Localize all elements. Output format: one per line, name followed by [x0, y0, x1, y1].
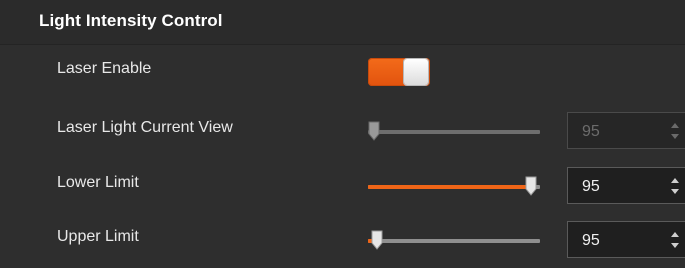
- slider-track: [368, 130, 540, 134]
- spinbox-value: 95: [582, 178, 600, 195]
- laser-light-current-view-slider[interactable]: [368, 121, 540, 141]
- spin-arrows-icon[interactable]: [669, 229, 681, 251]
- slider-thumb[interactable]: [368, 121, 380, 141]
- upper-limit-slider[interactable]: [368, 230, 540, 250]
- spin-arrows-icon[interactable]: [669, 175, 681, 197]
- slider-thumb[interactable]: [525, 176, 537, 196]
- spin-arrows-icon[interactable]: [669, 120, 681, 142]
- lower-limit-label: Lower Limit: [57, 174, 139, 191]
- upper-limit-label: Upper Limit: [57, 228, 139, 245]
- lower-limit-row: Lower Limit 95: [0, 158, 685, 214]
- slider-track: [368, 239, 540, 243]
- lower-limit-slider[interactable]: [368, 176, 540, 196]
- laser-enable-toggle[interactable]: [368, 58, 430, 86]
- laser-light-current-view-row: Laser Light Current View 95: [0, 103, 685, 159]
- laser-light-current-view-spinbox[interactable]: 95: [567, 112, 685, 149]
- light-intensity-panel: Light Intensity Control Laser Enable Las…: [0, 0, 685, 268]
- lower-limit-spinbox[interactable]: 95: [567, 167, 685, 204]
- upper-limit-row: Upper Limit 95: [0, 212, 685, 268]
- upper-limit-spinbox[interactable]: 95: [567, 221, 685, 258]
- laser-enable-label: Laser Enable: [57, 60, 152, 77]
- toggle-knob: [404, 59, 428, 85]
- spinbox-value: 95: [582, 232, 600, 249]
- slider-fill: [368, 185, 531, 189]
- laser-enable-row: Laser Enable: [0, 44, 685, 100]
- laser-light-current-view-label: Laser Light Current View: [57, 119, 233, 136]
- section-header: Light Intensity Control: [0, 0, 685, 45]
- section-title: Light Intensity Control: [39, 11, 223, 30]
- spinbox-value: 95: [582, 123, 600, 140]
- slider-thumb[interactable]: [371, 230, 383, 250]
